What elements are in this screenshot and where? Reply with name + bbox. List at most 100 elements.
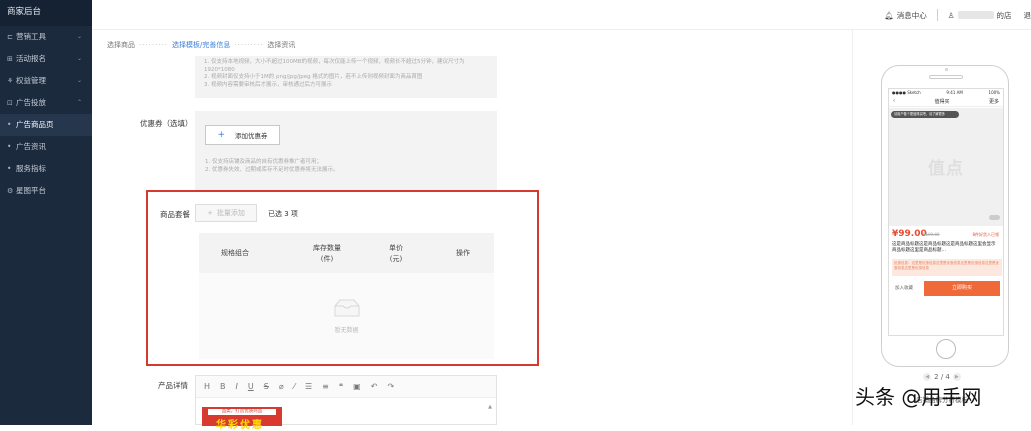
coupon-note: 2. 优惠券失效、过期或库存不足时优惠券将无法展示。 (205, 166, 339, 174)
product-detail-label: 产品详情 (158, 380, 188, 391)
product-image-area: 请用户做个更值得买吧，请了解更多 值点 (889, 108, 1003, 226)
step-divider: ········· (139, 41, 168, 49)
sidebar-item-marketing[interactable]: ⊏营销工具⌄ (0, 26, 92, 48)
carrier-text: ●●●● Sketch (892, 90, 921, 95)
prev-page-button[interactable]: ◀ (923, 373, 931, 381)
link-icon[interactable]: ⌀ (279, 382, 284, 391)
bullet-icon: • (7, 158, 16, 180)
sidebar-title: 商家后台 (0, 0, 92, 26)
original-price: ¥109.00 (923, 232, 940, 237)
heading-button[interactable]: H (204, 382, 210, 391)
add-coupon-label: 添加优惠券 (235, 130, 268, 140)
back-icon: ‹ (893, 98, 895, 104)
divider (937, 9, 938, 21)
page-indicator: 2 / 4 (934, 373, 950, 381)
sidebar-item-label: 广告投放 (16, 98, 46, 107)
combo-table: 规格组合 库存数量 (件) 单价 (元) 操作 暂无数据 (199, 233, 494, 359)
sidebar-item-label: 权益管理 (16, 76, 46, 85)
table-header: 规格组合 库存数量 (件) 单价 (元) 操作 (199, 233, 494, 273)
detail-banner-image: 品类，打造优质商品 华彩优惠 (202, 407, 282, 426)
preview-panel: ●●●● Sketch9:41 AM100% ‹值得买更多 请用户做个更值得买吧… (852, 30, 1031, 425)
nav-more: 更多 (989, 98, 999, 105)
italic-button[interactable]: I (236, 382, 238, 391)
bullet-icon: • (7, 136, 16, 158)
coupon-box: + 添加优惠券 1. 仅支持店铺及商品的自有优惠券推广者可用； 2. 优惠券失效、… (195, 111, 497, 190)
list-icon[interactable]: ☰ (305, 382, 312, 391)
step-template[interactable]: 选择模板/完善信息 (172, 41, 230, 49)
chevron-down-icon: ⌄ (77, 26, 82, 48)
step-select-news[interactable]: 选择资讯 (267, 41, 295, 49)
brush-icon[interactable]: ⁄ (294, 382, 295, 391)
image-watermark: 值点 (889, 154, 1003, 179)
template-pager: ◀2 / 4▶ (853, 373, 1031, 381)
upload-note: 3. 视频内容需要审核后才展示，审核通过后方可展示 (204, 82, 488, 90)
sidebar-subitem-ad-goods[interactable]: •广告商品页 (0, 114, 92, 136)
sidebar-subitem-service[interactable]: •服务指标 (0, 158, 92, 180)
favorite-button: 加入收藏 (895, 285, 913, 291)
add-coupon-button[interactable]: + 添加优惠券 (205, 125, 280, 145)
sidebar-subitem-ad-news[interactable]: •广告资讯 (0, 136, 92, 158)
product-title: 这是商品标题这是商品标题这是商品标题这里会显示商品标题这里是商品标题… (892, 242, 998, 254)
message-center-link[interactable]: 消息中心 (897, 10, 927, 21)
strikethrough-button[interactable]: S (264, 382, 269, 391)
sidebar: 商家后台 ⊏营销工具⌄ ⊞活动报名⌄ ⚘权益管理⌄ ⊡广告投放⌃ •广告商品页 … (0, 0, 92, 425)
bold-button[interactable]: B (220, 382, 226, 391)
redo-icon[interactable]: ↷ (387, 382, 394, 391)
editor-toolbar: H B I U S ⌀ ⁄ ☰ ≡ ❝ ▣ ↶ ↷ (196, 376, 496, 398)
goods-combo-label: 商品套餐 (160, 209, 190, 220)
activity-signup-icon: ⊞ (7, 48, 16, 70)
phone-nav-bar: ‹ 值得买 更多 (889, 96, 1003, 107)
ad-placement-icon: ⊡ (7, 92, 16, 114)
sidebar-item-label: 活动报名 (16, 54, 46, 63)
column-header: 库存数量 (件) (302, 243, 352, 265)
undo-icon[interactable]: ↶ (371, 382, 378, 391)
step-divider: ········· (234, 41, 263, 49)
chevron-down-icon: ⌄ (77, 48, 82, 70)
sidebar-item-label: 广告商品页 (16, 120, 54, 129)
sidebar-item-label: 广告资讯 (16, 142, 46, 151)
top-bar: 🔔︎ 消息中心 ♙ 的店 退 (92, 0, 1031, 30)
align-icon[interactable]: ≡ (322, 382, 329, 391)
coupon-note: 1. 仅支持店铺及商品的自有优惠券推广者可用； (205, 158, 339, 166)
buy-button: 立即购买 (924, 281, 1000, 296)
bell-icon[interactable]: 🔔︎ (884, 11, 894, 20)
sidebar-item-label: 星图平台 (16, 186, 46, 195)
underline-button[interactable]: U (248, 382, 254, 391)
sidebar-item-rights[interactable]: ⚘权益管理⌄ (0, 70, 92, 92)
image-counter-badge (989, 215, 1000, 220)
coupon-label: 优惠券（选填） (140, 118, 193, 129)
topbar-right: 🔔︎ 消息中心 ♙ 的店 退 (884, 0, 1031, 30)
upload-note: 1. 仅支持本地视频，大小不超过100MB的视频，每次仅能上传一个视频，视频长不… (204, 59, 488, 74)
sidebar-item-ads[interactable]: ⊡广告投放⌃ (0, 92, 92, 114)
sidebar-item-activity[interactable]: ⊞活动报名 ⌄ (0, 48, 92, 70)
next-page-button[interactable]: ▶ (953, 373, 961, 381)
nav-title: 值得买 (934, 98, 949, 105)
batch-add-label: 批量添加 (217, 208, 245, 218)
notice-pill: 请用户做个更值得买吧，请了解更多 (891, 111, 959, 118)
exit-link[interactable]: 退 (1024, 10, 1031, 21)
bullet-icon: • (7, 114, 16, 136)
table-body: 暂无数据 (199, 273, 494, 359)
camera-icon (945, 68, 948, 71)
image-icon[interactable]: ▣ (353, 382, 361, 391)
column-header: 操作 (449, 248, 477, 258)
step-select-goods[interactable]: 选择商品 (107, 41, 135, 49)
speaker-icon (929, 75, 963, 79)
scroll-up-icon[interactable]: ▲ (488, 404, 492, 410)
user-icon[interactable]: ♙ (948, 11, 955, 20)
step-breadcrumb: 选择商品 ········· 选择模板/完善信息 ········· 选择资讯 (107, 40, 295, 50)
username-suffix[interactable]: 的店 (997, 10, 1012, 21)
source-watermark: 头条 @用手网 (855, 381, 981, 410)
banner-big-text: 华彩优惠 (216, 416, 264, 431)
coupon-notes: 1. 仅支持店铺及商品的自有优惠券推广者可用； 2. 优惠券失效、过期或库存不足… (205, 158, 339, 174)
empty-box-icon (332, 298, 362, 318)
quote-icon[interactable]: ❝ (339, 382, 343, 391)
cta-bar: 加入收藏 立即购买 (889, 281, 1003, 297)
sidebar-item-label: 服务指标 (16, 164, 46, 173)
plus-icon: + (217, 130, 225, 140)
batch-add-button[interactable]: +批量添加 (195, 204, 257, 222)
sidebar-item-platform[interactable]: ⚙星图平台 (0, 180, 92, 202)
banner-band-text: 品类，打造优质商品 (208, 409, 276, 415)
rich-text-editor[interactable]: H B I U S ⌀ ⁄ ☰ ≡ ❝ ▣ ↶ ↷ 品类，打造优质商品 华彩优惠… (195, 375, 497, 425)
empty-text: 暂无数据 (199, 325, 494, 334)
